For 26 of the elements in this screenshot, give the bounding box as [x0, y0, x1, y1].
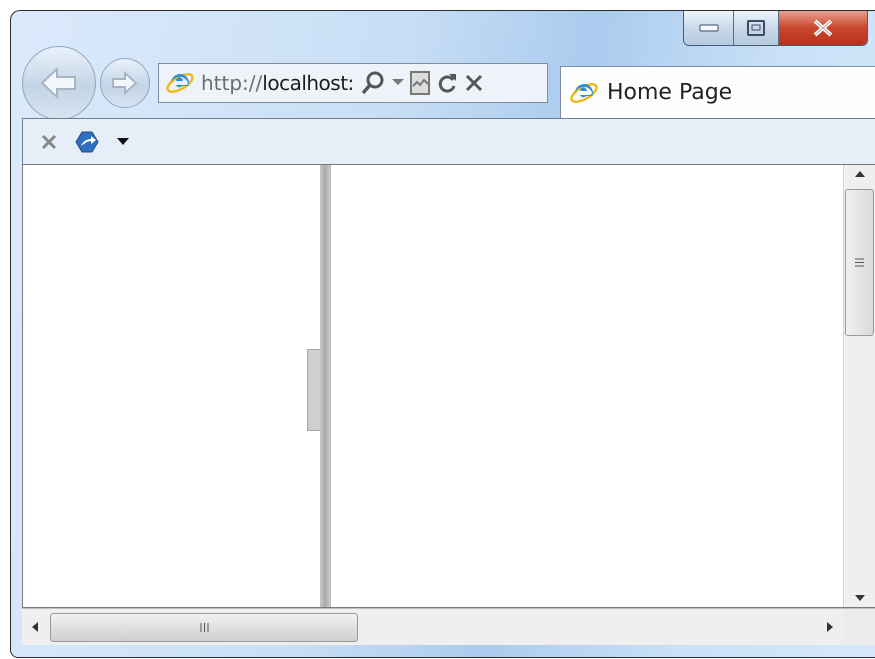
stop-icon[interactable] — [464, 73, 484, 93]
back-arrow-icon — [39, 66, 79, 100]
compatibility-view-icon[interactable] — [410, 71, 430, 95]
address-field[interactable]: http://localhost: — [158, 63, 548, 103]
url-scheme-text: http:// — [201, 71, 262, 95]
minimize-icon — [698, 23, 718, 33]
search-icon[interactable] — [360, 70, 386, 96]
scrollbar-thumb[interactable] — [50, 612, 358, 642]
url-host-text: localhost: — [262, 71, 354, 95]
scrollbar-thumb[interactable] — [845, 189, 874, 336]
maximize-button[interactable] — [733, 11, 778, 45]
close-icon — [812, 19, 834, 37]
scroll-left-icon[interactable] — [32, 622, 38, 632]
vertical-scrollbar[interactable] — [843, 165, 875, 607]
maximize-icon — [747, 20, 765, 36]
close-button[interactable] — [778, 11, 867, 45]
hexagon-arrow-icon[interactable] — [75, 130, 99, 154]
dropdown-caret-icon[interactable] — [117, 138, 129, 146]
scroll-right-icon[interactable] — [827, 622, 833, 632]
close-icon[interactable] — [41, 134, 57, 150]
splitter-grip[interactable] — [307, 349, 320, 431]
scroll-up-icon[interactable] — [854, 171, 864, 177]
browser-tab[interactable]: Home Page — [560, 66, 875, 118]
forward-arrow-icon — [111, 71, 139, 95]
minimize-button[interactable] — [684, 11, 733, 45]
scroll-down-icon[interactable] — [854, 595, 864, 601]
